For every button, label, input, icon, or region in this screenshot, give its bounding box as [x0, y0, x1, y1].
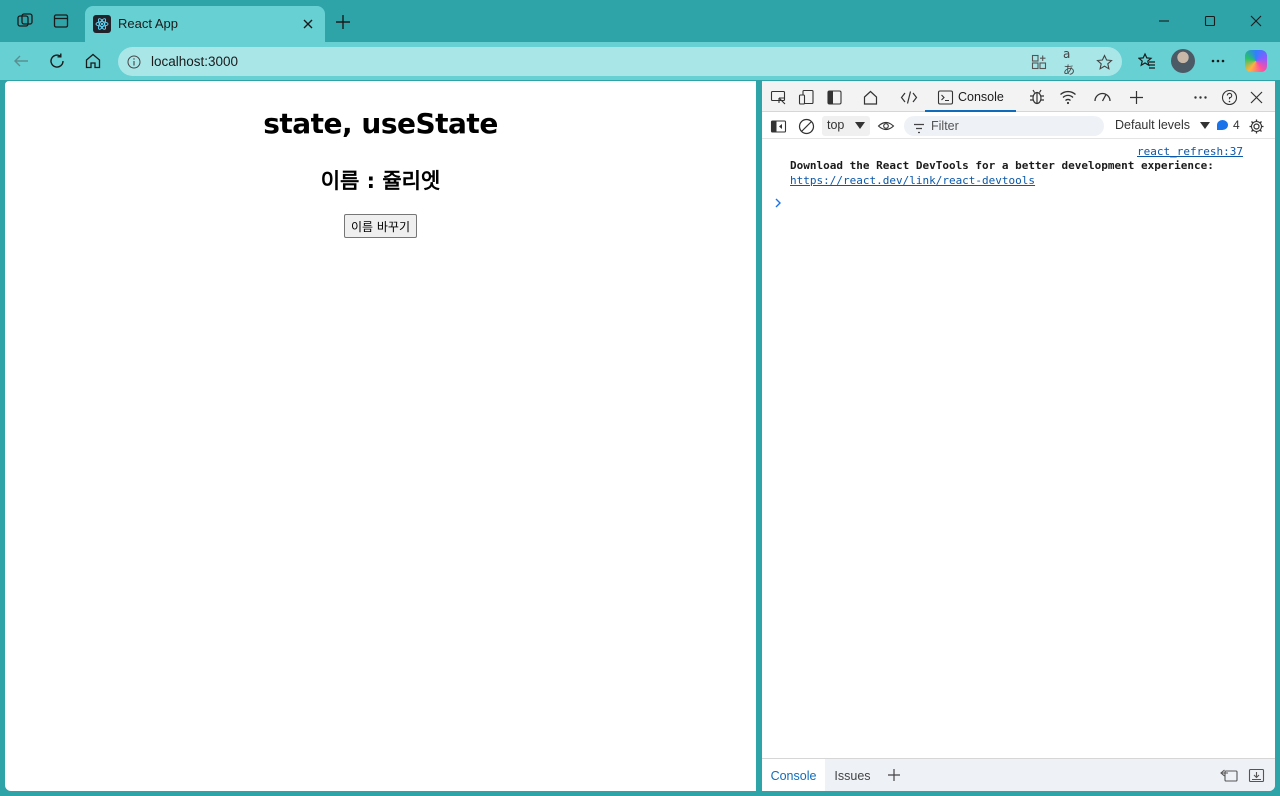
- change-name-button[interactable]: 이름 바꾸기: [343, 214, 417, 238]
- page-heading: state, useState: [263, 107, 498, 140]
- favorites-icon[interactable]: [1136, 50, 1158, 72]
- device-emulation-icon[interactable]: [796, 87, 816, 107]
- log-levels-label: Default levels: [1115, 118, 1191, 132]
- browser-tab-active[interactable]: React App: [85, 6, 325, 42]
- read-aloud-icon[interactable]: aあ: [1063, 47, 1081, 77]
- sources-bug-icon[interactable]: [1027, 87, 1047, 107]
- url-text[interactable]: localhost:3000: [151, 54, 238, 69]
- welcome-home-icon[interactable]: [860, 87, 880, 107]
- refresh-icon[interactable]: [46, 50, 68, 72]
- app-available-icon[interactable]: [1030, 53, 1048, 71]
- log-levels-dropdown[interactable]: Default levels: [1115, 118, 1210, 132]
- drawer-tab-issues-label: Issues: [834, 769, 871, 783]
- site-info-icon[interactable]: [126, 54, 141, 69]
- context-value: top: [827, 118, 845, 132]
- tab-actions-icon[interactable]: [51, 11, 71, 31]
- navigation-bar: localhost:3000 aあ: [0, 42, 1280, 80]
- title-bar: React App: [0, 0, 1280, 42]
- filter-icon: [913, 121, 925, 139]
- favorite-star-icon[interactable]: [1095, 53, 1113, 71]
- chevron-down-icon: [1199, 122, 1210, 130]
- back-icon[interactable]: [10, 50, 32, 72]
- more-options-icon[interactable]: [1207, 50, 1229, 72]
- chevron-down-icon: [855, 122, 865, 129]
- drawer-tab-console[interactable]: Console: [762, 759, 825, 791]
- close-tab-icon[interactable]: [299, 15, 317, 33]
- drawer-tab-issues[interactable]: Issues: [825, 759, 880, 791]
- console-toolbar: top Filter Default levels 4: [762, 112, 1275, 139]
- devtools-tab-bar: Console: [762, 81, 1275, 112]
- drawer-add-tab-icon[interactable]: [884, 765, 904, 785]
- source-link[interactable]: react_refresh:37: [1137, 145, 1243, 158]
- name-display: 이름 : 쥴리엣: [320, 169, 441, 193]
- sidebar-toggle-icon[interactable]: [768, 116, 788, 136]
- address-bar[interactable]: localhost:3000 aあ: [118, 47, 1122, 77]
- tab-console[interactable]: Console: [925, 81, 1016, 112]
- console-filter-input[interactable]: Filter: [904, 116, 1104, 136]
- network-wifi-icon[interactable]: [1058, 87, 1078, 107]
- more-tools-plus-icon[interactable]: [1126, 87, 1146, 107]
- live-expression-eye-icon[interactable]: [876, 116, 896, 136]
- workspaces-icon[interactable]: [15, 11, 35, 31]
- context-selector[interactable]: top: [822, 116, 870, 136]
- home-icon[interactable]: [82, 50, 104, 72]
- devtools-panel: Console top Filter Default levels 4 reac…: [762, 81, 1275, 791]
- message-count: 4: [1233, 118, 1240, 132]
- console-prompt-chevron-icon[interactable]: [773, 196, 785, 208]
- minimize-icon[interactable]: [1152, 10, 1176, 32]
- filter-placeholder: Filter: [931, 119, 959, 133]
- devtools-menu-icon[interactable]: [1190, 87, 1210, 107]
- dock-side-icon[interactable]: [824, 87, 844, 107]
- elements-code-icon[interactable]: [899, 87, 919, 107]
- new-tab-icon[interactable]: [333, 12, 353, 32]
- close-window-icon[interactable]: [1244, 10, 1268, 32]
- console-settings-gear-icon[interactable]: [1246, 116, 1266, 136]
- console-message: Download the React DevTools for a better…: [790, 159, 1214, 172]
- devtools-drawer: Console Issues: [762, 758, 1275, 791]
- react-devtools-link[interactable]: https://react.dev/link/react-devtools: [790, 174, 1035, 187]
- maximize-icon[interactable]: [1198, 10, 1222, 32]
- inspect-element-icon[interactable]: [768, 87, 788, 107]
- react-logo-icon: [93, 15, 111, 33]
- quick-view-icon[interactable]: [1219, 765, 1239, 785]
- copilot-icon[interactable]: [1245, 50, 1267, 72]
- dock-drawer-icon[interactable]: [1246, 765, 1266, 785]
- tab-title: React App: [118, 16, 178, 31]
- console-icon: [935, 87, 955, 107]
- close-devtools-icon[interactable]: [1246, 87, 1266, 107]
- console-tab-label: Console: [958, 90, 1004, 104]
- performance-gauge-icon[interactable]: [1092, 87, 1112, 107]
- message-badge-icon[interactable]: [1217, 120, 1228, 130]
- help-icon[interactable]: [1219, 87, 1239, 107]
- profile-avatar[interactable]: [1171, 49, 1195, 73]
- web-page: state, useState 이름 : 쥴리엣 이름 바꾸기: [5, 81, 756, 791]
- drawer-tab-console-label: Console: [770, 769, 817, 783]
- clear-console-icon[interactable]: [796, 116, 816, 136]
